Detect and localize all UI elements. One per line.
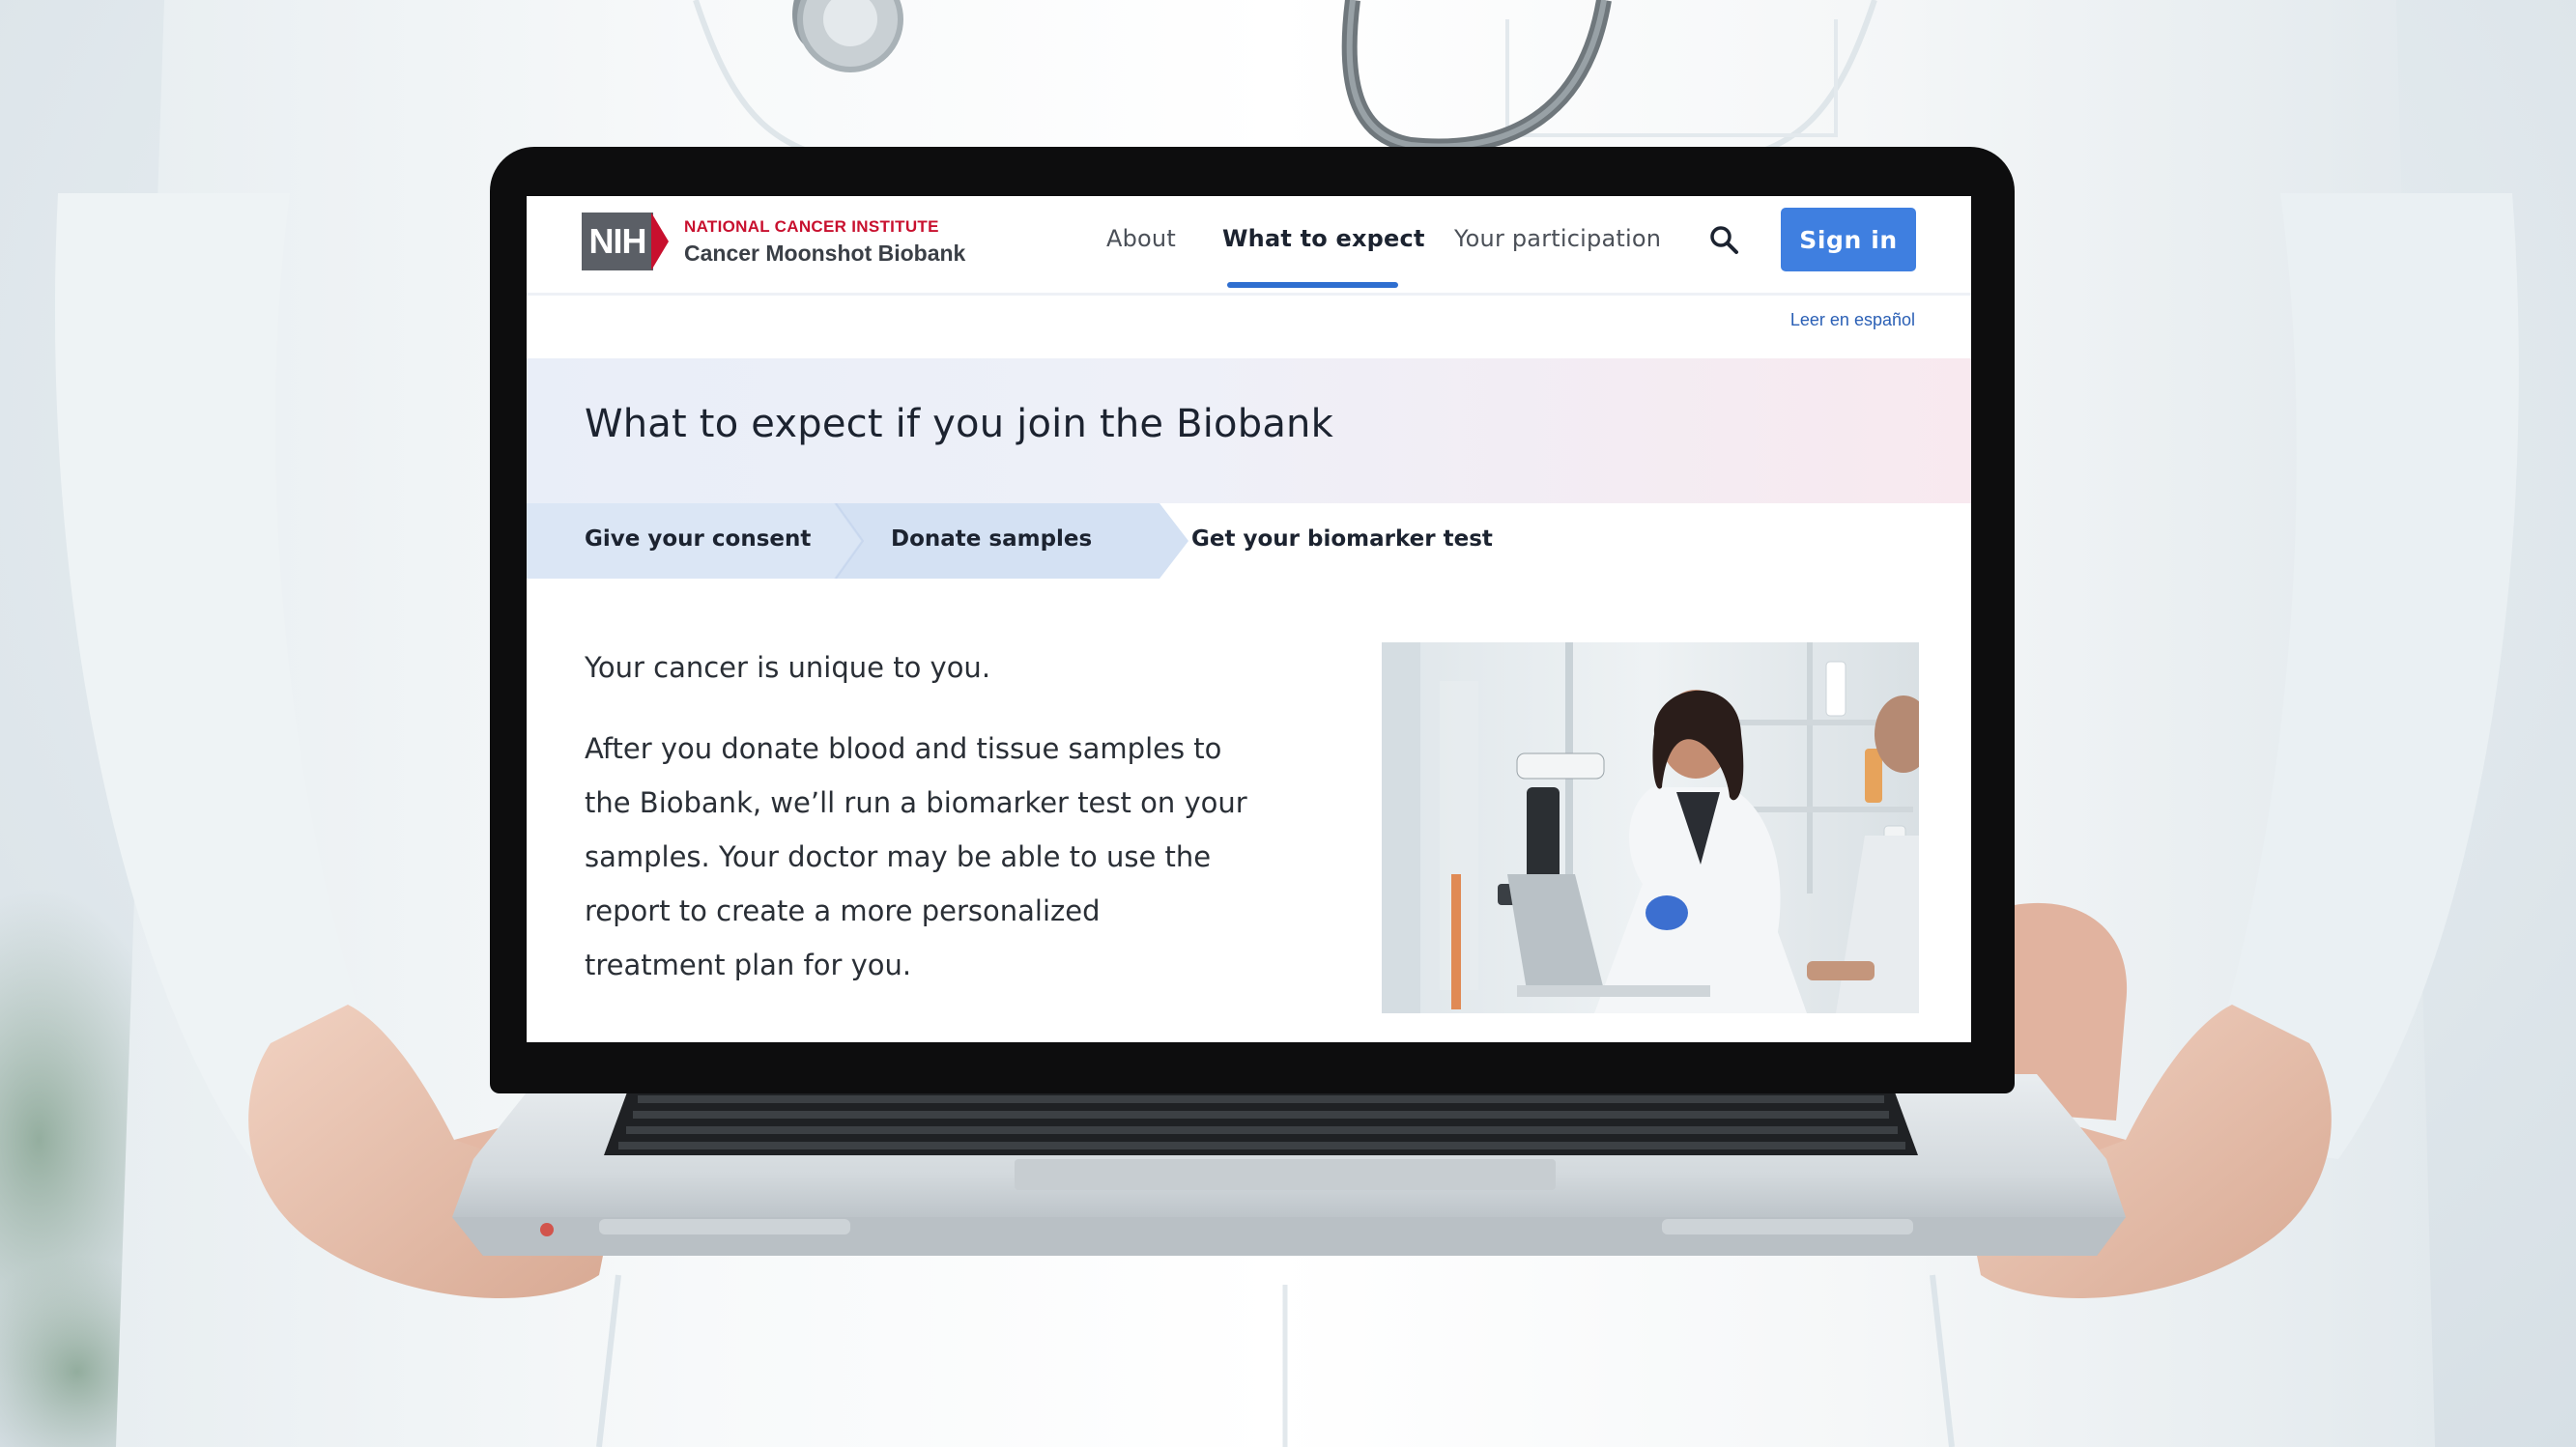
hero-banner: What to expect if you join the Biobank xyxy=(527,358,1971,503)
step-donate-samples[interactable]: Donate samples xyxy=(891,526,1092,552)
step-give-consent[interactable]: Give your consent xyxy=(585,526,811,552)
sign-in-button[interactable]: Sign in xyxy=(1781,208,1916,271)
active-nav-indicator xyxy=(1227,282,1398,288)
search-icon[interactable] xyxy=(1705,221,1744,260)
institute-name: NATIONAL CANCER INSTITUTE xyxy=(684,216,939,236)
spanish-language-link[interactable]: Leer en español xyxy=(1790,310,1915,330)
website-screen: NIH NATIONAL CANCER INSTITUTE Cancer Moo… xyxy=(527,196,1971,1042)
nav-item-about[interactable]: About xyxy=(1106,225,1176,252)
nih-chevron-icon xyxy=(651,213,669,270)
nav-item-your-participation[interactable]: Your participation xyxy=(1454,225,1661,252)
logo-text: NATIONAL CANCER INSTITUTE Cancer Moonsho… xyxy=(684,217,965,267)
body-line: the Biobank, we’ll run a biomarker test … xyxy=(585,786,1247,819)
body-paragraph: After you donate blood and tissue sample… xyxy=(585,722,1247,992)
site-header: NIH NATIONAL CANCER INSTITUTE Cancer Moo… xyxy=(527,196,1971,296)
page-title: What to expect if you join the Biobank xyxy=(585,402,1333,446)
lead-paragraph: Your cancer is unique to you. xyxy=(585,651,991,684)
step-progress: Give your consent Donate samples Get you… xyxy=(527,503,1971,579)
nav-item-what-to-expect[interactable]: What to expect xyxy=(1222,225,1425,252)
step-biomarker-test[interactable]: Get your biomarker test xyxy=(1191,526,1493,552)
nih-logo-mark: NIH xyxy=(582,213,653,270)
body-line: After you donate blood and tissue sample… xyxy=(585,732,1222,765)
site-logo[interactable]: NIH NATIONAL CANCER INSTITUTE Cancer Moo… xyxy=(582,210,965,273)
scientist-photo xyxy=(1382,642,1919,1013)
body-line: treatment plan for you. xyxy=(585,949,912,981)
body-line: report to create a more personalized xyxy=(585,894,1101,927)
body-line: samples. Your doctor may be able to use … xyxy=(585,840,1212,873)
program-name: Cancer Moonshot Biobank xyxy=(684,240,966,266)
